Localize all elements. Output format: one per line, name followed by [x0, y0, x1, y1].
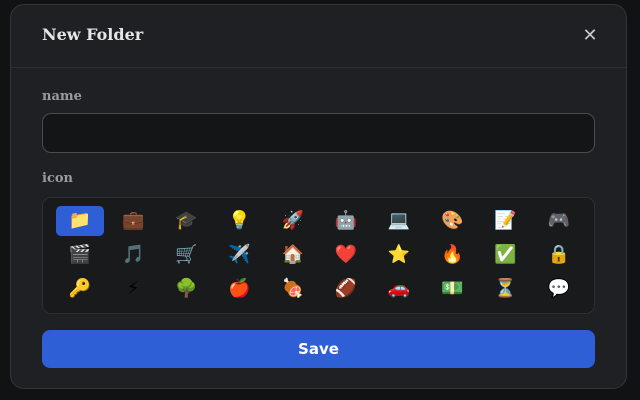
icon-picker-grid: 📁 💼 🎓 💡 🚀 🤖 💻 🎨 📝 🎮 🎬 🎵 🛒 ✈️ 🏠 ❤️ ⭐ 🔥 ✅ 🔒 🔑 ⚡ 🌳 🍎 🍖 🏈 🚗 💵 ⏳ 💬 — [42, 197, 595, 314]
dialog-title: New Folder — [42, 25, 144, 44]
icon-option-heart-icon[interactable]: ❤️ — [322, 240, 370, 270]
icon-option-hourglass-icon[interactable]: ⏳ — [482, 274, 530, 304]
graduation-cap-icon: 🎓 — [175, 210, 198, 231]
lightning-icon: ⚡ — [126, 278, 140, 299]
icon-option-shopping-cart-icon[interactable]: 🛒 — [162, 240, 210, 270]
icon-option-graduation-cap-icon[interactable]: 🎓 — [162, 206, 210, 236]
apple-icon: 🍎 — [228, 278, 251, 299]
icon-option-rocket-icon[interactable]: 🚀 — [269, 206, 317, 236]
save-button[interactable]: Save — [42, 330, 595, 368]
icon-option-key-icon[interactable]: 🔑 — [56, 274, 104, 304]
heart-icon: ❤️ — [334, 244, 358, 265]
icon-option-lock-icon[interactable]: 🔒 — [535, 240, 583, 270]
icon-option-lightning-icon[interactable]: ⚡ — [109, 274, 157, 304]
tree-icon: 🌳 — [175, 278, 198, 299]
star-icon: ⭐ — [387, 244, 411, 265]
icon-option-robot-icon[interactable]: 🤖 — [322, 206, 370, 236]
icon-option-meat-icon[interactable]: 🍖 — [269, 274, 317, 304]
music-note-icon: 🎵 — [121, 244, 145, 265]
icon-option-memo-icon[interactable]: 📝 — [482, 206, 530, 236]
hourglass-icon: ⏳ — [494, 278, 517, 299]
icon-option-check-mark-icon[interactable]: ✅ — [482, 240, 530, 270]
car-icon: 🚗 — [387, 278, 411, 299]
fire-icon: 🔥 — [441, 244, 464, 265]
house-icon: 🏠 — [281, 244, 304, 265]
icon-option-speech-bubble-icon[interactable]: 💬 — [535, 274, 583, 304]
icon-option-football-icon[interactable]: 🏈 — [322, 274, 370, 304]
icon-option-palette-icon[interactable]: 🎨 — [428, 206, 476, 236]
memo-icon: 📝 — [494, 210, 517, 231]
shopping-cart-icon: 🛒 — [175, 244, 198, 265]
airplane-icon: ✈️ — [228, 244, 251, 265]
folder-name-input[interactable] — [42, 113, 595, 153]
meat-icon: 🍖 — [281, 278, 304, 299]
icon-option-clapper-board-icon[interactable]: 🎬 — [56, 240, 104, 270]
rocket-icon: 🚀 — [281, 210, 304, 231]
speech-bubble-icon: 💬 — [547, 278, 570, 299]
briefcase-icon: 💼 — [121, 210, 145, 231]
icon-option-game-controller-icon[interactable]: 🎮 — [535, 206, 583, 236]
icon-option-airplane-icon[interactable]: ✈️ — [216, 240, 264, 270]
lightbulb-icon: 💡 — [228, 210, 251, 231]
game-controller-icon: 🎮 — [547, 210, 570, 231]
icon-option-tree-icon[interactable]: 🌳 — [162, 274, 210, 304]
new-folder-dialog: New Folder ✕ name icon 📁 💼 🎓 💡 🚀 🤖 💻 🎨 📝 🎮 🎬 🎵 🛒 ✈️ 🏠 ❤… — [10, 4, 627, 389]
close-icon: ✕ — [582, 24, 598, 46]
money-icon: 💵 — [441, 278, 464, 299]
check-mark-icon: ✅ — [494, 244, 517, 265]
icon-option-fire-icon[interactable]: 🔥 — [428, 240, 476, 270]
folder-icon: 📁 — [68, 210, 92, 231]
icon-option-folder-icon[interactable]: 📁 — [56, 206, 104, 236]
close-button[interactable]: ✕ — [580, 24, 600, 46]
laptop-icon: 💻 — [387, 210, 411, 231]
key-icon: 🔑 — [68, 278, 92, 299]
clapper-board-icon: 🎬 — [68, 244, 92, 265]
football-icon: 🏈 — [334, 278, 358, 299]
dialog-header: New Folder ✕ — [11, 5, 626, 68]
icon-option-apple-icon[interactable]: 🍎 — [216, 274, 264, 304]
icon-option-music-note-icon[interactable]: 🎵 — [109, 240, 157, 270]
icon-option-house-icon[interactable]: 🏠 — [269, 240, 317, 270]
lock-icon: 🔒 — [547, 244, 570, 265]
icon-option-briefcase-icon[interactable]: 💼 — [109, 206, 157, 236]
palette-icon: 🎨 — [441, 210, 464, 231]
icon-option-star-icon[interactable]: ⭐ — [375, 240, 423, 270]
name-label: name — [42, 89, 82, 104]
icon-option-lightbulb-icon[interactable]: 💡 — [216, 206, 264, 236]
icon-option-money-icon[interactable]: 💵 — [428, 274, 476, 304]
robot-icon: 🤖 — [334, 210, 358, 231]
icon-option-car-icon[interactable]: 🚗 — [375, 274, 423, 304]
icon-label: icon — [42, 171, 73, 186]
icon-option-laptop-icon[interactable]: 💻 — [375, 206, 423, 236]
